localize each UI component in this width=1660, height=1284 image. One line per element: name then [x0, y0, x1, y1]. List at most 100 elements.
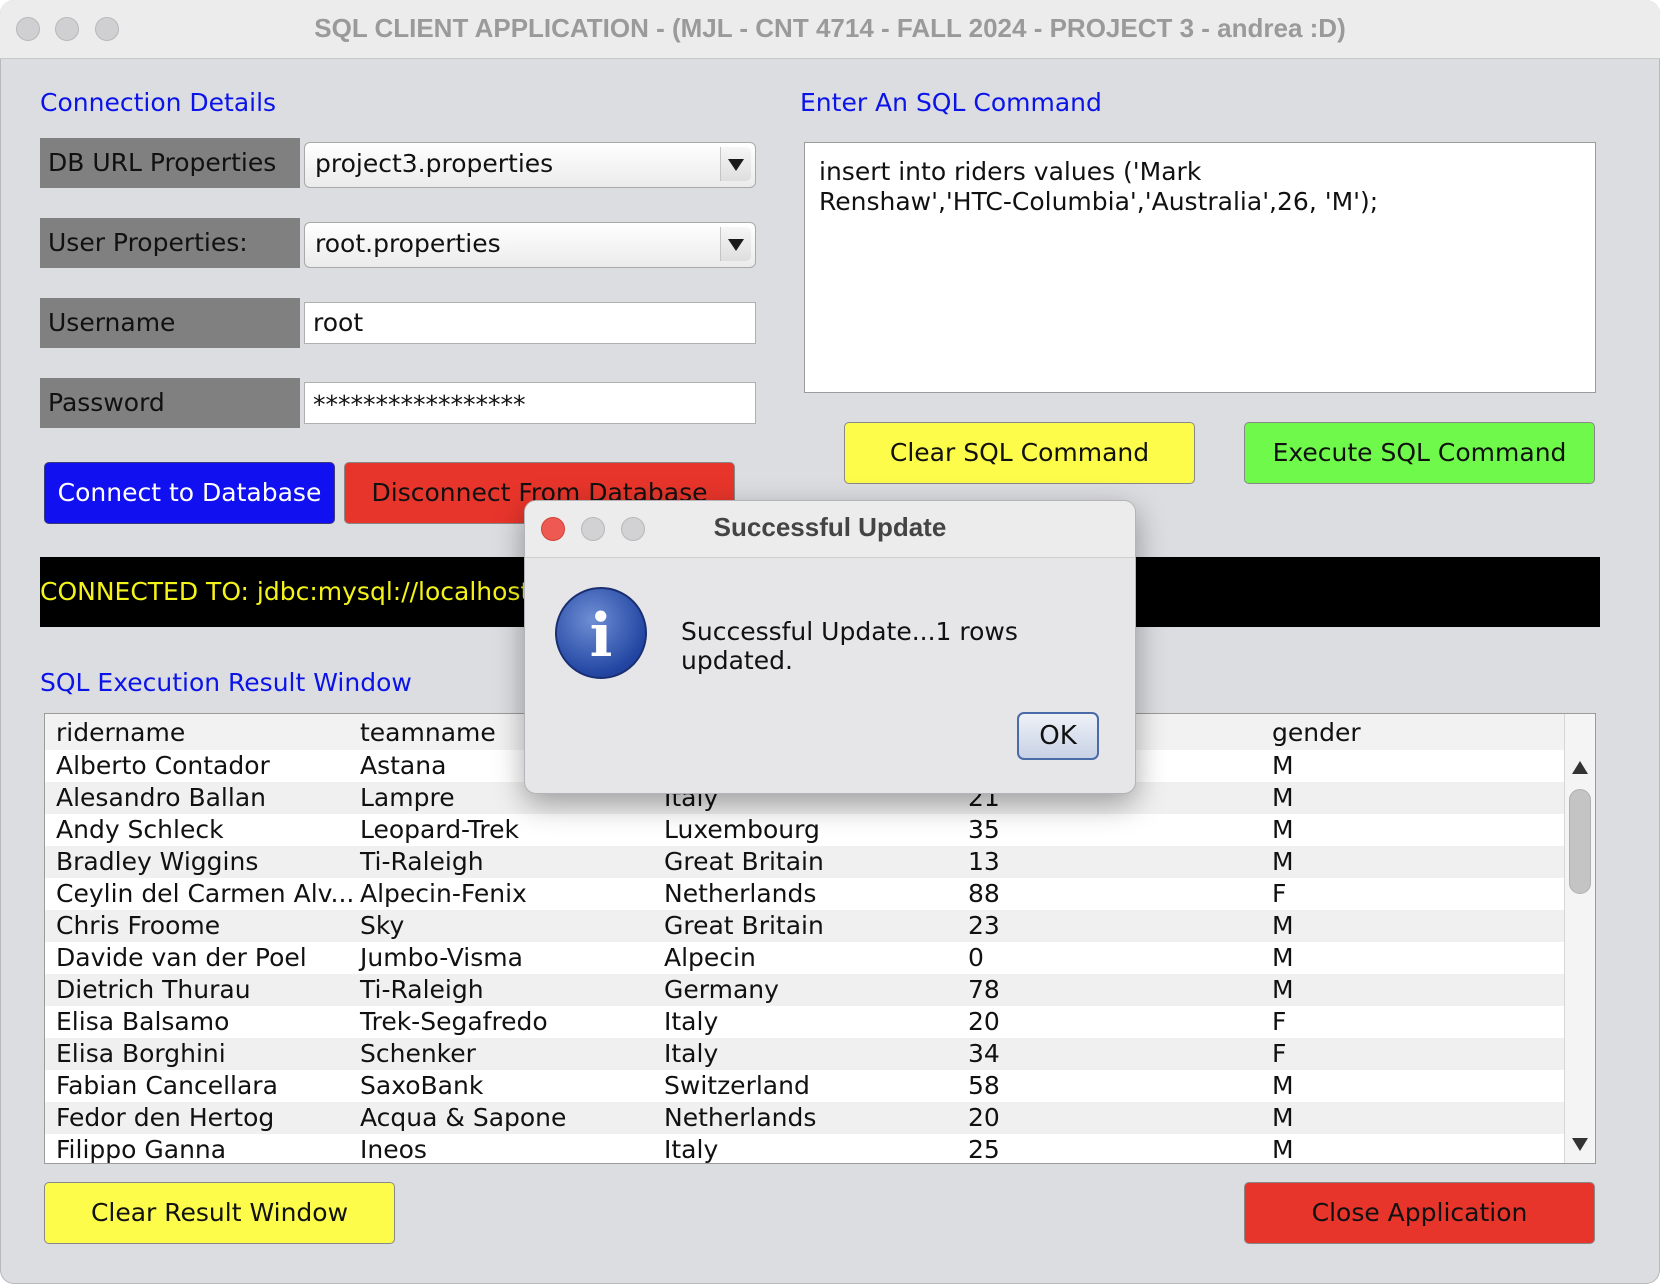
table-cell: Ceylin del Carmen Alv...	[56, 879, 355, 908]
window-title: SQL CLIENT APPLICATION - (MJL - CNT 4714…	[314, 13, 1346, 43]
password-label: Password	[40, 378, 300, 428]
table-cell: Ti-Raleigh	[360, 975, 484, 1004]
table-cell: Andy Schleck	[56, 815, 224, 844]
sql-command-textarea[interactable]: insert into riders values ('Mark Renshaw…	[804, 142, 1596, 393]
table-row[interactable]: Andy Schleck Leopard-Trek Luxembourg 35 M	[45, 814, 1565, 846]
table-cell: F	[1272, 1007, 1287, 1036]
table-cell: Jumbo-Visma	[360, 943, 523, 972]
table-cell: M	[1272, 783, 1294, 812]
table-cell: SaxoBank	[360, 1071, 484, 1100]
column-header[interactable]: gender	[1272, 718, 1361, 747]
db-url-label: DB URL Properties	[40, 138, 300, 188]
table-cell: M	[1272, 847, 1294, 876]
close-application-button[interactable]: Close Application	[1244, 1182, 1595, 1244]
info-icon: i	[555, 587, 647, 679]
table-cell: Italy	[664, 1007, 719, 1036]
table-cell: 35	[968, 815, 1000, 844]
table-cell: Chris Froome	[56, 911, 221, 940]
table-row[interactable]: Dietrich Thurau Ti-Raleigh Germany 78 M	[45, 974, 1565, 1006]
table-cell: Leopard-Trek	[360, 815, 519, 844]
table-cell: F	[1272, 879, 1287, 908]
table-cell: 78	[968, 975, 1000, 1004]
table-cell: 20	[968, 1007, 1000, 1036]
column-header[interactable]: teamname	[360, 718, 496, 747]
username-field[interactable]: root	[304, 302, 756, 344]
table-cell: 13	[968, 847, 1000, 876]
table-row[interactable]: Filippo Ganna Ineos Italy 25 M	[45, 1134, 1565, 1164]
table-row[interactable]: Davide van der Poel Jumbo-Visma Alpecin 0 M	[45, 942, 1565, 974]
column-header[interactable]: ridername	[56, 718, 185, 747]
dialog-title: Successful Update	[713, 512, 947, 542]
table-cell: Dietrich Thurau	[56, 975, 251, 1004]
clear-results-button[interactable]: Clear Result Window	[44, 1182, 395, 1244]
table-cell: M	[1272, 1071, 1294, 1100]
table-cell: Netherlands	[664, 1103, 817, 1132]
table-row[interactable]: Elisa Borghini Schenker Italy 34 F	[45, 1038, 1565, 1070]
db-url-combo[interactable]: project3.properties	[304, 142, 756, 188]
table-cell: Filippo Ganna	[56, 1135, 227, 1164]
ok-button[interactable]: OK	[1017, 712, 1099, 760]
execute-sql-button[interactable]: Execute SQL Command	[1244, 422, 1595, 484]
scroll-up-icon[interactable]	[1572, 761, 1588, 774]
sql-command-label: Enter An SQL Command	[800, 88, 1102, 117]
table-cell: M	[1272, 975, 1294, 1004]
table-cell: 25	[968, 1135, 1000, 1164]
table-cell: Schenker	[360, 1039, 476, 1068]
app-window: SQL CLIENT APPLICATION - (MJL - CNT 4714…	[0, 0, 1660, 1284]
username-label: Username	[40, 298, 300, 348]
table-cell: Alpecin	[664, 943, 756, 972]
clear-sql-button[interactable]: Clear SQL Command	[844, 422, 1195, 484]
table-cell: 88	[968, 879, 1000, 908]
connect-button[interactable]: Connect to Database	[44, 462, 335, 524]
table-cell: Italy	[664, 1135, 719, 1164]
table-cell: Davide van der Poel	[56, 943, 307, 972]
table-cell: Great Britain	[664, 847, 824, 876]
title-bar: SQL CLIENT APPLICATION - (MJL - CNT 4714…	[0, 0, 1660, 59]
table-row[interactable]: Ceylin del Carmen Alv... Alpecin-Fenix Net…	[45, 878, 1565, 910]
scroll-down-icon[interactable]	[1572, 1138, 1588, 1151]
table-cell: M	[1272, 751, 1294, 780]
table-cell: Ti-Raleigh	[360, 847, 484, 876]
table-cell: Fedor den Hertog	[56, 1103, 275, 1132]
table-row[interactable]: Bradley Wiggins Ti-Raleigh Great Britain 13…	[45, 846, 1565, 878]
table-cell: 34	[968, 1039, 1000, 1068]
table-cell: Ineos	[360, 1135, 427, 1164]
table-cell: Italy	[664, 1039, 719, 1068]
table-cell: M	[1272, 911, 1294, 940]
table-cell: M	[1272, 943, 1294, 972]
user-properties-label: User Properties:	[40, 218, 300, 268]
table-cell: Alesandro Ballan	[56, 783, 266, 812]
table-row[interactable]: Fedor den Hertog Acqua & Sapone Netherland…	[45, 1102, 1565, 1134]
chevron-down-icon[interactable]	[720, 227, 751, 261]
user-properties-value: root.properties	[315, 229, 501, 258]
table-cell: M	[1272, 1103, 1294, 1132]
table-cell: Alpecin-Fenix	[360, 879, 527, 908]
table-row[interactable]: Elisa Balsamo Trek-Segafredo Italy 20 F	[45, 1006, 1565, 1038]
successful-update-dialog: Successful Update i Successful Update...…	[524, 500, 1136, 794]
result-window-label: SQL Execution Result Window	[40, 668, 412, 697]
password-field[interactable]: *****************	[304, 382, 756, 424]
table-scrollbar[interactable]	[1564, 714, 1595, 1163]
dialog-title-bar: Successful Update	[525, 501, 1135, 558]
table-cell: Trek-Segafredo	[360, 1007, 548, 1036]
table-cell: Elisa Borghini	[56, 1039, 226, 1068]
user-properties-combo[interactable]: root.properties	[304, 222, 756, 268]
db-url-value: project3.properties	[315, 149, 554, 178]
table-cell: Germany	[664, 975, 779, 1004]
table-cell: Lampre	[360, 783, 455, 812]
table-cell: M	[1272, 1135, 1294, 1164]
table-row[interactable]: Fabian Cancellara SaxoBank Switzerland 58 M	[45, 1070, 1565, 1102]
table-row[interactable]: Chris Froome Sky Great Britain 23 M	[45, 910, 1565, 942]
table-cell: F	[1272, 1039, 1287, 1068]
table-cell: Sky	[360, 911, 405, 940]
connection-details-label: Connection Details	[40, 88, 277, 117]
scroll-thumb[interactable]	[1569, 789, 1591, 894]
dialog-message: Successful Update...1 rows updated.	[681, 617, 1018, 675]
table-cell: 23	[968, 911, 1000, 940]
table-cell: Fabian Cancellara	[56, 1071, 278, 1100]
connection-status-text: CONNECTED TO: jdbc:mysql://localhost:3	[40, 577, 555, 606]
chevron-down-icon[interactable]	[720, 147, 751, 181]
table-cell: Luxembourg	[664, 815, 820, 844]
table-cell: 58	[968, 1071, 1000, 1100]
table-cell: Acqua & Sapone	[360, 1103, 567, 1132]
